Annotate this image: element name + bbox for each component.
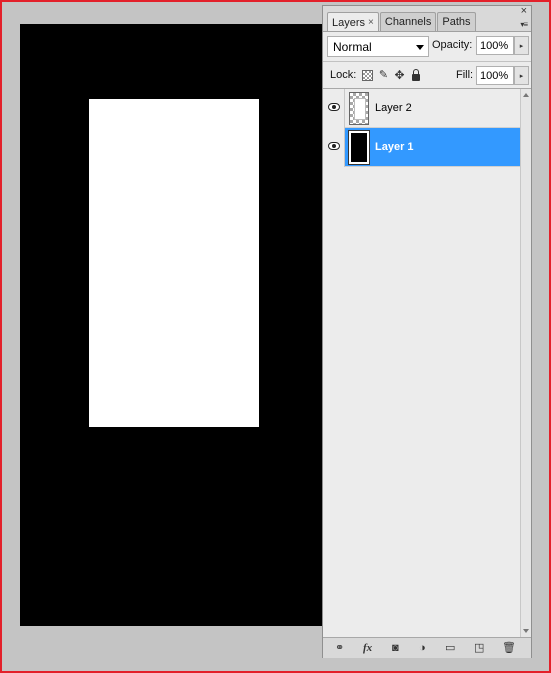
layer-thumbnail bbox=[349, 92, 369, 125]
visibility-toggle[interactable] bbox=[323, 89, 345, 128]
scroll-up-icon[interactable] bbox=[523, 93, 529, 97]
adjustment-layer-icon[interactable]: ◑ bbox=[419, 642, 426, 654]
tab-channels-label: Channels bbox=[384, 16, 432, 28]
document-canvas[interactable] bbox=[20, 24, 322, 626]
scroll-down-icon[interactable] bbox=[523, 629, 529, 633]
blend-row: Normal Opacity: 100% ▸ bbox=[323, 32, 531, 62]
layer-name[interactable]: Layer 1 bbox=[375, 141, 414, 153]
add-mask-icon[interactable]: ◙ bbox=[392, 642, 399, 654]
layers-scrollbar[interactable] bbox=[520, 89, 531, 637]
tab-paths-label: Paths bbox=[442, 16, 471, 28]
tab-paths[interactable]: Paths bbox=[437, 12, 476, 31]
fill-input[interactable]: 100% bbox=[476, 66, 514, 85]
layer-name[interactable]: Layer 2 bbox=[375, 102, 412, 114]
panel-tabs: Layers × Channels Paths bbox=[327, 12, 477, 32]
tab-layers-label: Layers bbox=[332, 16, 366, 29]
delete-layer-icon[interactable]: 🗑 bbox=[502, 642, 516, 654]
lock-all-icon[interactable] bbox=[412, 69, 420, 81]
eye-icon bbox=[328, 103, 340, 111]
layer-style-fx-icon[interactable]: fx bbox=[363, 642, 372, 654]
lock-row: Lock: ✎ ✥ Fill: 100% ▸ bbox=[323, 62, 531, 89]
visibility-toggle[interactable] bbox=[323, 128, 345, 167]
fill-label: Fill: bbox=[456, 69, 474, 81]
fill-slider-arrow[interactable]: ▸ bbox=[514, 66, 529, 85]
new-layer-icon[interactable]: ◳ bbox=[474, 642, 484, 654]
blend-mode-select[interactable]: Normal bbox=[327, 36, 429, 57]
layer-thumbnail bbox=[348, 130, 370, 165]
tab-channels[interactable]: Channels bbox=[379, 12, 437, 31]
panel-menu-icon[interactable]: ▾≡ bbox=[520, 20, 528, 29]
link-layers-icon[interactable]: ⚭ bbox=[335, 642, 344, 654]
opacity-label: Opacity: bbox=[432, 39, 473, 51]
layers-bottom-bar: ⚭ fx ◙ ◑ ▭ ◳ 🗑 bbox=[323, 637, 531, 658]
layers-list: Layer 2 Layer 1 bbox=[323, 89, 520, 637]
lock-position-move-icon[interactable]: ✥ bbox=[394, 69, 405, 81]
lock-label: Lock: bbox=[330, 69, 357, 81]
white-rectangle bbox=[89, 99, 259, 427]
panel-close-icon[interactable]: × bbox=[521, 6, 527, 17]
lock-transparent-icon[interactable] bbox=[362, 70, 373, 81]
tab-close-icon[interactable]: × bbox=[368, 17, 374, 28]
panel-body: Normal Opacity: 100% ▸ Lock: ✎ ✥ Fill: 1… bbox=[323, 31, 531, 658]
layers-panel: × ▾≡ Layers × Channels Paths Normal Opac… bbox=[322, 5, 532, 658]
tab-layers[interactable]: Layers × bbox=[327, 12, 379, 32]
blend-mode-value: Normal bbox=[333, 40, 372, 54]
chevron-down-icon bbox=[416, 45, 424, 50]
opacity-slider-arrow[interactable]: ▸ bbox=[514, 36, 529, 55]
lock-image-brush-icon[interactable]: ✎ bbox=[378, 70, 389, 81]
new-group-icon[interactable]: ▭ bbox=[445, 642, 455, 654]
layer-row-layer-2[interactable]: Layer 2 bbox=[323, 89, 520, 128]
layer-row-layer-1[interactable]: Layer 1 bbox=[323, 128, 520, 167]
eye-icon bbox=[328, 142, 340, 150]
opacity-input[interactable]: 100% bbox=[476, 36, 514, 55]
